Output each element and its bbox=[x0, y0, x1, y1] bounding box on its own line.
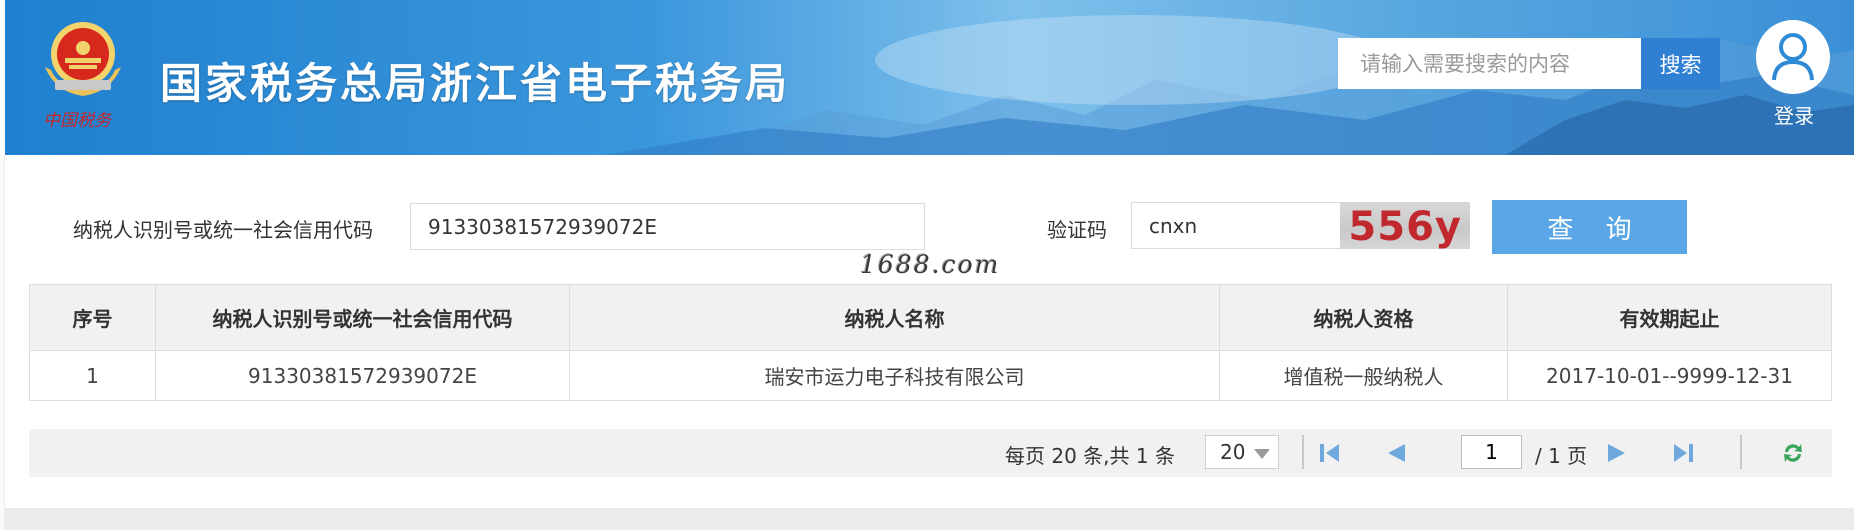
total-pages: / 1 页 bbox=[1535, 444, 1588, 468]
taxpayer-id-label: 纳税人识别号或统一社会信用代码 bbox=[73, 218, 373, 242]
search-button[interactable]: 搜索 bbox=[1641, 38, 1720, 89]
cell-index: 1 bbox=[29, 350, 156, 401]
login-label[interactable]: 登录 bbox=[1756, 100, 1832, 129]
result-table: 序号 纳税人识别号或统一社会信用代码 纳税人名称 纳税人资格 有效期起止 1 9… bbox=[29, 284, 1832, 401]
page-number-input[interactable] bbox=[1461, 435, 1522, 469]
col-header-taxpayer-name: 纳税人名称 bbox=[569, 284, 1220, 351]
watermark: 1688.com bbox=[860, 250, 1001, 279]
search-input[interactable] bbox=[1338, 38, 1641, 89]
refresh-icon[interactable] bbox=[1781, 441, 1805, 465]
captcha-label: 验证码 bbox=[1047, 218, 1107, 242]
captcha-image[interactable]: 556y bbox=[1340, 202, 1470, 249]
page-info: 每页 20 条,共 1 条 bbox=[1005, 444, 1175, 468]
first-page-icon[interactable] bbox=[1319, 443, 1341, 463]
left-edge bbox=[0, 155, 5, 530]
divider bbox=[1302, 435, 1304, 469]
col-header-qualification: 纳税人资格 bbox=[1219, 284, 1508, 351]
prev-page-icon[interactable] bbox=[1385, 443, 1407, 463]
next-page-icon[interactable] bbox=[1606, 443, 1628, 463]
page-size-select[interactable]: 20 bbox=[1205, 435, 1279, 469]
table-row: 1 91330381572939072E 瑞安市运力电子科技有限公司 增值税一般… bbox=[29, 350, 1832, 401]
col-header-taxpayer-id: 纳税人识别号或统一社会信用代码 bbox=[155, 284, 570, 351]
col-header-validity: 有效期起止 bbox=[1507, 284, 1832, 351]
last-page-icon[interactable] bbox=[1672, 443, 1694, 463]
cell-taxpayer-id: 91330381572939072E bbox=[155, 350, 570, 401]
divider bbox=[1740, 435, 1742, 469]
page-size-value: 20 bbox=[1220, 440, 1246, 464]
cell-validity: 2017-10-01--9999-12-31 bbox=[1507, 350, 1832, 401]
chevron-down-icon bbox=[1254, 449, 1270, 459]
captcha-text: 556y bbox=[1348, 204, 1462, 249]
login-button[interactable]: 登录 bbox=[1756, 20, 1832, 129]
captcha-input[interactable] bbox=[1131, 202, 1341, 249]
logo-text: 中国税务 bbox=[43, 111, 113, 131]
query-button[interactable]: 查 询 bbox=[1492, 200, 1687, 254]
header-banner: 中国税务 国家税务总局浙江省电子税务局 搜索 登录 bbox=[5, 0, 1854, 155]
user-avatar-icon[interactable] bbox=[1756, 20, 1830, 94]
footer-strip bbox=[5, 508, 1854, 530]
pagination-bar: 每页 20 条,共 1 条 20 / 1 页 bbox=[29, 429, 1832, 477]
taxpayer-id-input[interactable] bbox=[410, 203, 925, 250]
table-header-row: 序号 纳税人识别号或统一社会信用代码 纳税人名称 纳税人资格 有效期起止 bbox=[29, 284, 1832, 351]
cell-qualification: 增值税一般纳税人 bbox=[1219, 350, 1508, 401]
tax-emblem-logo: 中国税务 bbox=[43, 22, 121, 131]
cell-taxpayer-name: 瑞安市运力电子科技有限公司 bbox=[569, 350, 1220, 401]
col-header-index: 序号 bbox=[29, 284, 156, 351]
site-title: 国家税务总局浙江省电子税务局 bbox=[160, 59, 791, 108]
